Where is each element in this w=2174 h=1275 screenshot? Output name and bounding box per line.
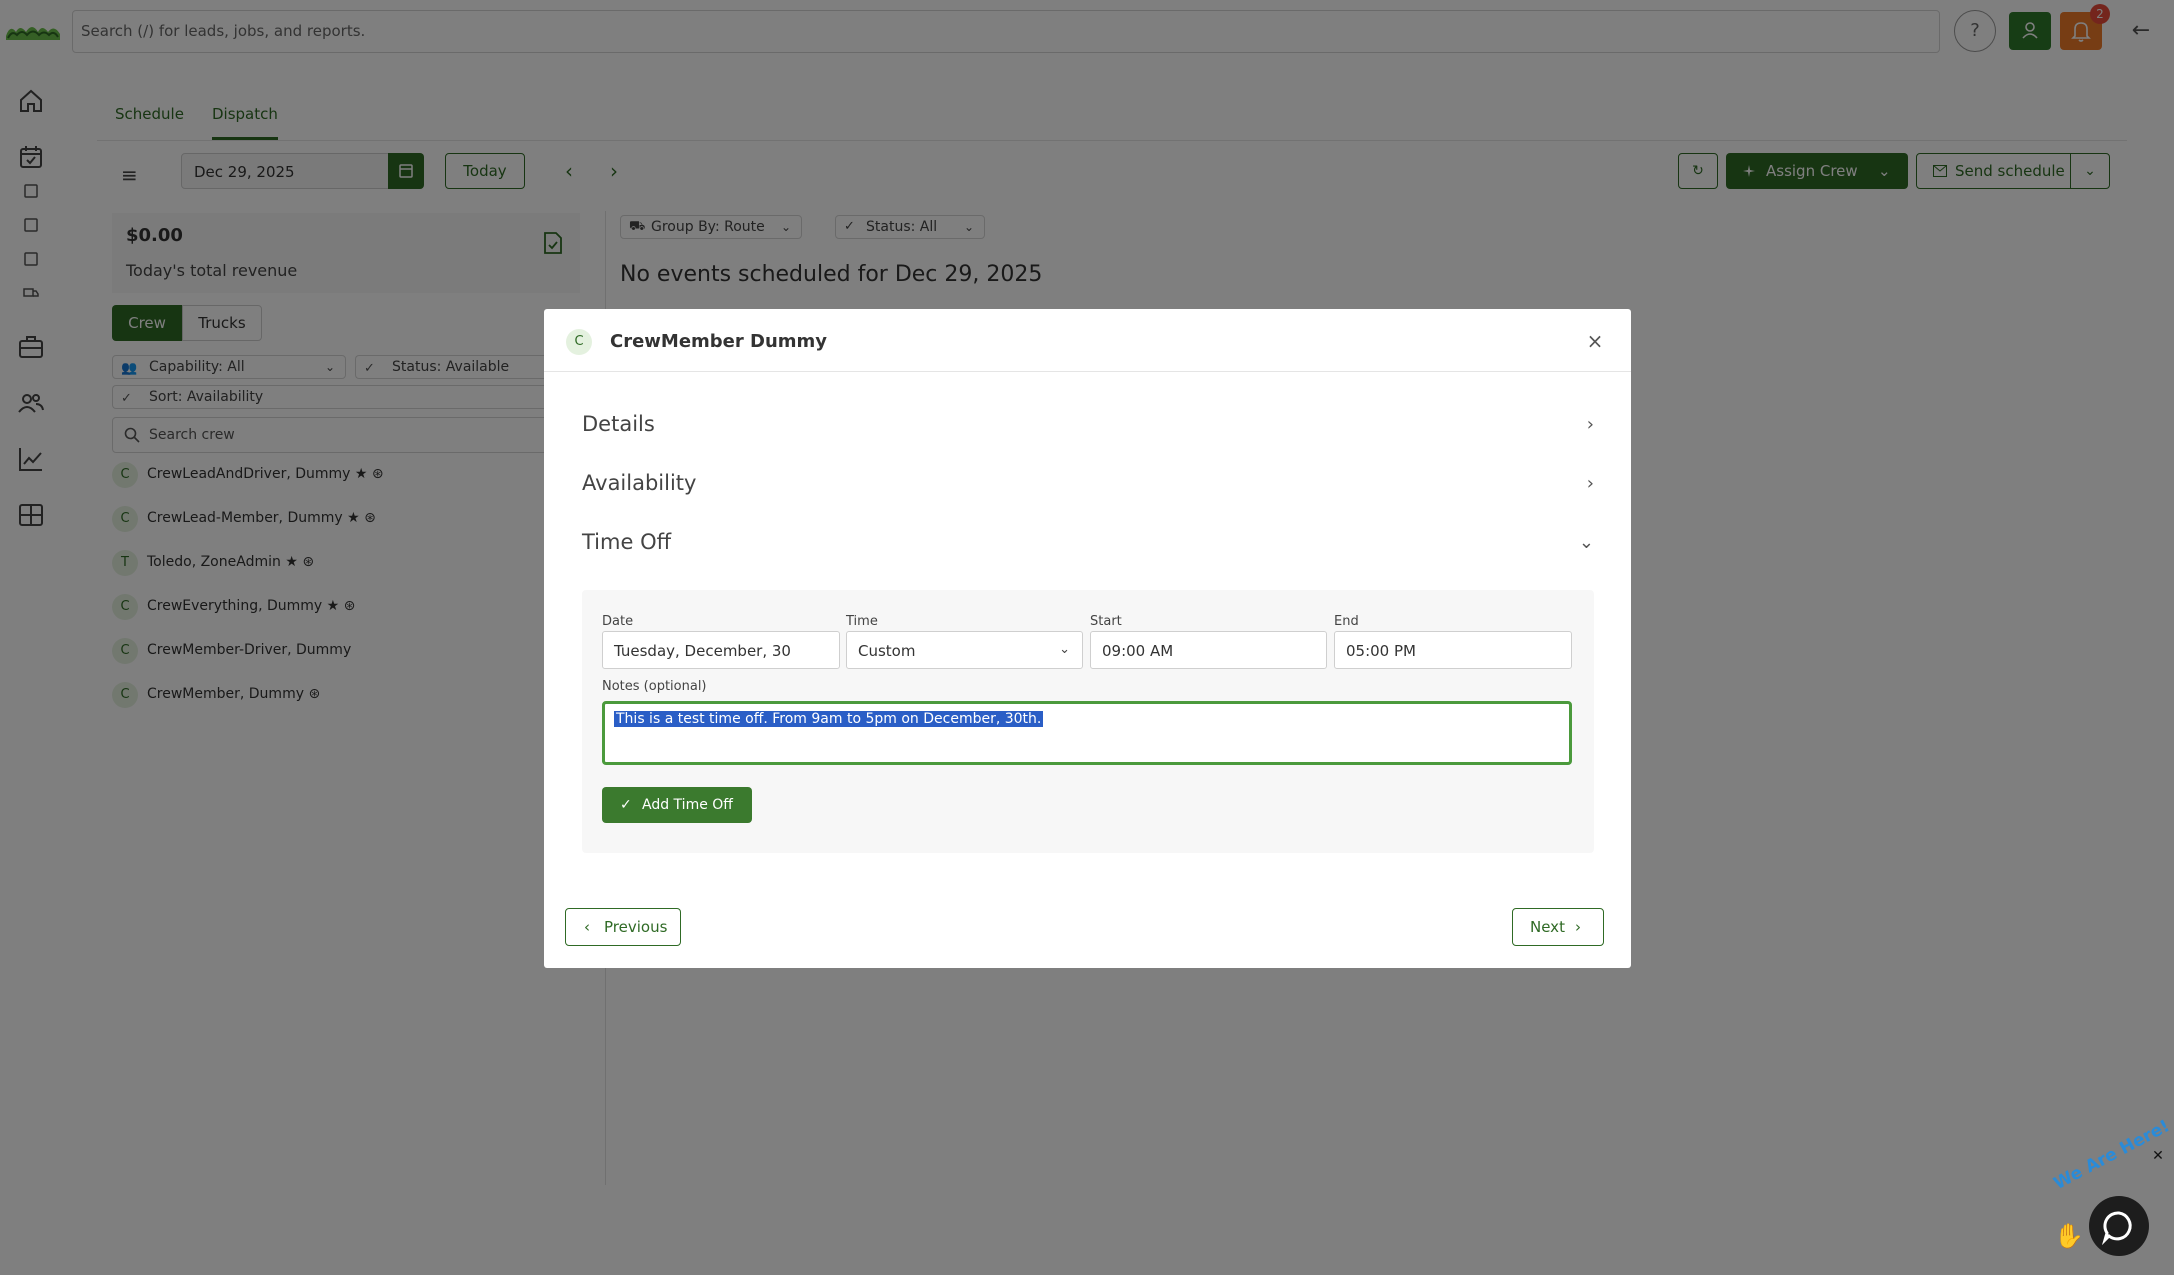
availability-section-header[interactable]: Availability › [582, 465, 1594, 505]
end-time-input[interactable]: 05:00 PM [1334, 631, 1572, 669]
availability-section-title: Availability [582, 471, 697, 495]
time-select-value: Custom [858, 642, 916, 660]
modal-title: CrewMember Dummy [610, 331, 828, 352]
next-button[interactable]: Next › [1512, 908, 1604, 946]
previous-label: Previous [604, 918, 668, 936]
details-section-header[interactable]: Details › [582, 406, 1594, 446]
start-time-input[interactable]: 09:00 AM [1090, 631, 1327, 669]
end-time-value: 05:00 PM [1346, 642, 1416, 660]
time-off-date-value: Tuesday, December, 30 [614, 642, 791, 660]
chevron-down-icon: ⌄ [1059, 642, 1070, 657]
chevron-down-icon: ⌄ [1578, 532, 1594, 553]
add-time-off-button[interactable]: ✓ Add Time Off [602, 787, 752, 823]
time-select[interactable]: Custom ⌄ [846, 631, 1083, 669]
start-time-value: 09:00 AM [1102, 642, 1174, 660]
chevron-right-icon: › [1586, 473, 1594, 494]
next-label: Next [1530, 918, 1565, 936]
close-icon[interactable]: × [1585, 331, 1605, 351]
time-off-section-header[interactable]: Time Off ⌄ [582, 524, 1594, 564]
notes-textarea[interactable]: This is a test time off. From 9am to 5pm… [602, 701, 1572, 765]
chevron-right-icon: › [1586, 414, 1594, 435]
time-off-panel: Date Tuesday, December, 30 Time Custom ⌄… [582, 590, 1594, 853]
previous-button[interactable]: ‹ Previous [565, 908, 681, 946]
chevron-left-icon: ‹ [584, 918, 590, 936]
waving-hand-icon: ✋ [2054, 1222, 2084, 1250]
details-section-title: Details [582, 412, 655, 436]
chat-close-icon[interactable]: ✕ [2150, 1148, 2166, 1164]
start-label: Start [1090, 614, 1122, 629]
chevron-right-icon: › [1575, 918, 1581, 936]
avatar: C [566, 329, 592, 355]
time-off-section-title: Time Off [582, 530, 672, 554]
check-icon: ✓ [620, 797, 632, 813]
chat-launcher-button[interactable] [2089, 1196, 2149, 1256]
notes-label: Notes (optional) [602, 679, 707, 694]
crew-member-modal: C CrewMember Dummy × Details › Availabil… [544, 309, 1631, 968]
modal-header: C CrewMember Dummy × [544, 309, 1631, 372]
date-label: Date [602, 614, 634, 629]
time-off-date-input[interactable]: Tuesday, December, 30 [602, 631, 840, 669]
chat-bubble-icon [2101, 1211, 2132, 1246]
notes-selected-text: This is a test time off. From 9am to 5pm… [614, 711, 1044, 727]
end-label: End [1334, 614, 1359, 629]
time-label: Time [846, 614, 878, 629]
add-time-off-label: Add Time Off [642, 797, 733, 813]
